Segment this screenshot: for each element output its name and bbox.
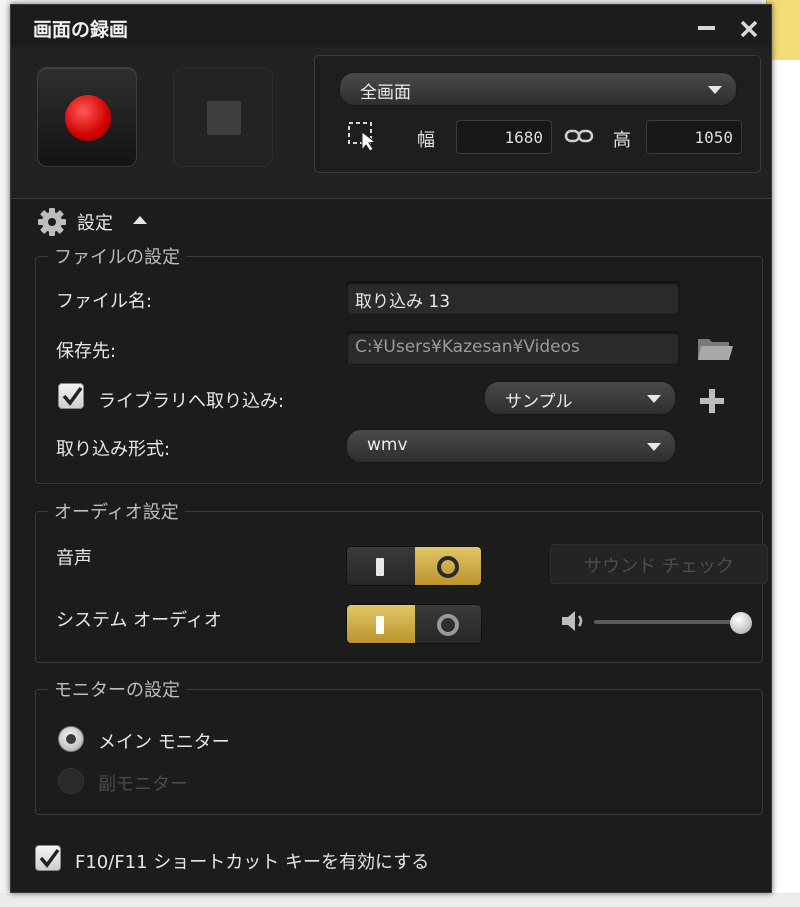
settings-label: 設定 <box>77 213 113 234</box>
format-dropdown-value: wmv <box>367 435 408 455</box>
voice-label: 音声 <box>56 548 92 569</box>
voice-toggle-off[interactable] <box>415 547 481 585</box>
file-settings-title: ファイルの設定 <box>48 243 186 269</box>
monitor-settings-group: モニターの設定 メイン モニター 副モニター <box>35 676 763 815</box>
on-bar-icon <box>376 558 384 576</box>
capture-mode-dropdown[interactable]: 全画面 <box>339 72 737 106</box>
record-button[interactable] <box>37 67 137 167</box>
filename-input[interactable]: 取り込み 13 <box>346 281 680 315</box>
height-input[interactable]: 1050 <box>646 120 742 154</box>
off-ring-icon <box>437 614 459 636</box>
format-label: 取り込み形式: <box>56 439 171 460</box>
voice-toggle[interactable] <box>346 546 482 586</box>
main-monitor-radio[interactable] <box>58 726 84 752</box>
system-audio-label: システム オーディオ <box>56 610 222 631</box>
close-button[interactable] <box>739 19 759 42</box>
filename-label: ファイル名: <box>56 291 153 312</box>
capture-controls: 全画面 幅 1680 高 1050 <box>11 47 771 199</box>
gear-icon <box>38 208 66 236</box>
capture-area-panel: 全画面 幅 1680 高 1050 <box>314 55 761 173</box>
audio-settings-title: オーディオ設定 <box>48 498 185 524</box>
on-bar-icon <box>376 616 384 634</box>
chevron-down-icon <box>647 443 661 451</box>
capture-mode-value: 全画面 <box>360 83 411 103</box>
title-bar[interactable]: 画面の録画 <box>11 5 771 45</box>
sound-check-button[interactable]: サウンド チェック <box>550 544 768 584</box>
close-icon <box>740 20 758 38</box>
chevron-down-icon <box>647 395 661 403</box>
minimize-button[interactable] <box>697 17 717 40</box>
library-import-checkbox[interactable] <box>58 383 84 409</box>
system-audio-toggle-off[interactable] <box>415 605 481 643</box>
voice-toggle-on[interactable] <box>347 547 415 585</box>
add-icon[interactable] <box>700 389 724 413</box>
shortcut-checkbox[interactable] <box>35 845 61 871</box>
audio-settings-group: オーディオ設定 音声 サウンド チェック システム オーディオ <box>35 498 768 663</box>
stop-button[interactable] <box>173 67 273 167</box>
checkmark-icon <box>39 848 60 868</box>
minimize-icon <box>698 26 715 30</box>
file-settings-group: ファイルの設定 ファイル名: 取り込み 13 保存先: C:¥Users¥Kaz… <box>35 243 763 484</box>
chevron-down-icon <box>708 86 722 94</box>
background-app-bottom <box>0 893 800 907</box>
library-import-label: ライブラリへ取り込み: <box>98 391 285 412</box>
save-location-label: 保存先: <box>56 341 117 362</box>
monitor-settings-title: モニターの設定 <box>48 676 186 702</box>
system-audio-toggle[interactable] <box>346 604 482 644</box>
height-label: 高 <box>613 130 631 151</box>
save-location-input[interactable]: C:¥Users¥Kazesan¥Videos <box>346 331 680 365</box>
shortcut-label: F10/F11 ショートカット キーを有効にする <box>75 852 430 873</box>
volume-slider-track[interactable] <box>594 620 732 624</box>
sub-monitor-radio[interactable] <box>58 768 84 794</box>
region-select-icon[interactable] <box>347 120 381 152</box>
speaker-icon <box>562 611 583 631</box>
width-label: 幅 <box>417 130 435 151</box>
width-input[interactable]: 1680 <box>456 120 552 154</box>
checkmark-icon <box>62 386 83 406</box>
library-dropdown-value: サンプル <box>505 392 573 412</box>
sub-monitor-label: 副モニター <box>98 774 188 795</box>
main-monitor-label: メイン モニター <box>98 732 230 753</box>
radio-dot <box>66 734 76 744</box>
window-title: 画面の録画 <box>33 19 129 41</box>
folder-icon[interactable] <box>696 333 734 365</box>
off-ring-icon <box>437 556 459 578</box>
record-icon <box>65 95 111 141</box>
library-dropdown[interactable]: サンプル <box>484 381 676 415</box>
stop-icon <box>207 101 241 135</box>
format-dropdown[interactable]: wmv <box>346 429 676 463</box>
volume-slider-thumb[interactable] <box>730 612 752 634</box>
system-audio-toggle-on[interactable] <box>347 605 415 643</box>
screen-recorder-window: 画面の録画 全画面 幅 1680 高 1050 設定 ファイルの設定 ファイル名… <box>10 4 772 893</box>
chevron-up-icon <box>133 216 147 224</box>
link-aspect-icon[interactable] <box>564 126 594 146</box>
